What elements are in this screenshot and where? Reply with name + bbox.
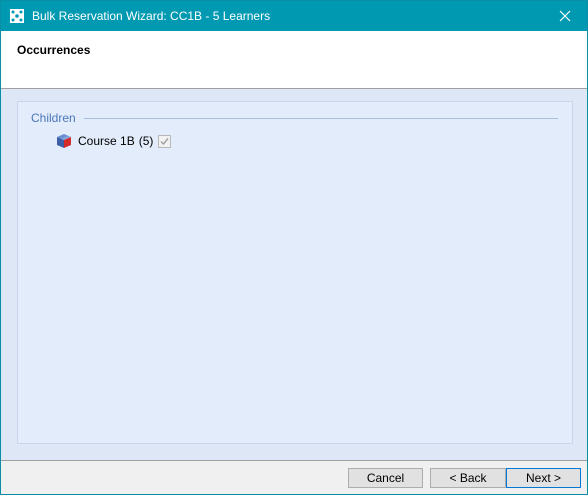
button-bar: Cancel < Back Next > [1,461,587,494]
children-group: Children Course 1B (5) [17,101,573,444]
group-title: Children [31,111,76,125]
page-title: Occurrences [17,43,91,57]
wizard-app-icon [10,9,24,23]
window-title: Bulk Reservation Wizard: CC1B - 5 Learne… [32,9,271,23]
group-divider [84,118,558,119]
content-area: Children Course 1B (5) [1,89,587,461]
close-icon [559,10,571,22]
wizard-header: Occurrences [1,31,587,89]
course-cube-icon [55,133,73,149]
course-checkbox[interactable] [158,134,172,148]
wizard-window: Bulk Reservation Wizard: CC1B - 5 Learne… [0,0,588,495]
tree-item-label: Course 1B [78,134,135,148]
tree-item-course[interactable]: Course 1B (5) [55,132,172,150]
cancel-button[interactable]: Cancel [348,468,423,488]
checkmark-icon [160,137,169,145]
back-button[interactable]: < Back [430,468,506,488]
next-button[interactable]: Next > [506,468,581,488]
tree-item-count: (5) [138,134,154,148]
title-bar[interactable]: Bulk Reservation Wizard: CC1B - 5 Learne… [1,1,587,31]
close-button[interactable] [543,1,587,31]
